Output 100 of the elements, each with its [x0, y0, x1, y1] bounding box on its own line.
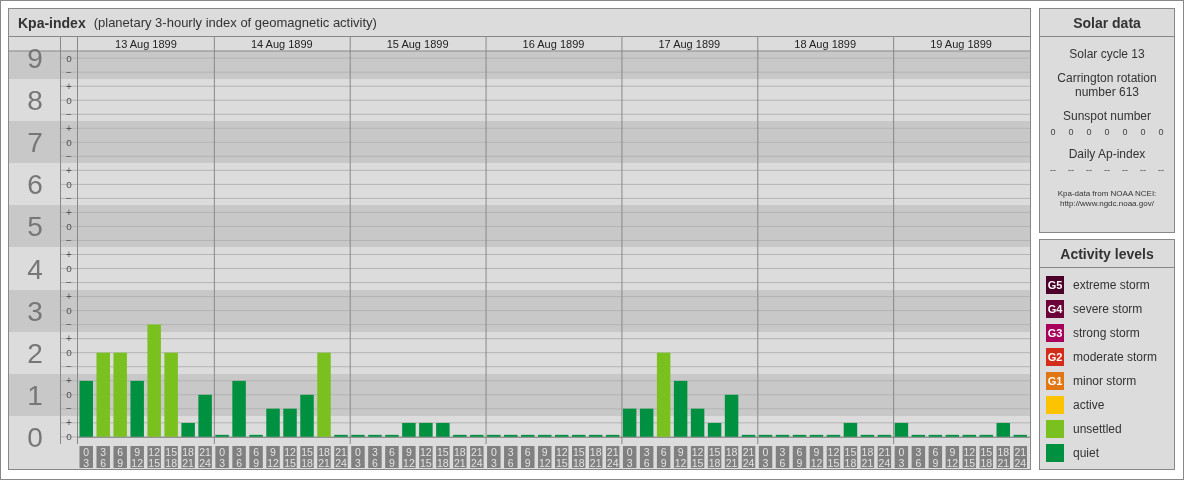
- level-label: severe storm: [1073, 302, 1143, 316]
- kp-scale-label: 0: [27, 421, 43, 453]
- hour-range-label: 21 24: [741, 446, 756, 469]
- hour-range-label: 3 6: [232, 446, 246, 469]
- kp-scale-label: 9: [27, 43, 43, 75]
- kp-tick-label: o: [66, 389, 72, 401]
- hour-range-label: 9 12: [402, 446, 416, 469]
- level-label: extreme storm: [1073, 278, 1150, 292]
- kp-tick-label: o: [66, 178, 72, 190]
- level-label: active: [1073, 398, 1105, 412]
- date-label: 14 Aug 1899: [250, 38, 313, 50]
- hour-range-label: 0 3: [351, 446, 365, 469]
- hour-range-label: 6 9: [385, 446, 399, 469]
- hour-range-label: 18 21: [317, 446, 331, 469]
- panel-subtitle: (planetary 3-hourly index of geomagnetic activity): [93, 15, 377, 30]
- date-label: 13 Aug 1899: [115, 38, 177, 50]
- sunspot-value: 0: [1086, 127, 1092, 137]
- ap-index-value: --: [1158, 165, 1164, 175]
- kp-scale-label: 8: [27, 85, 43, 117]
- hour-range-label: 15 18: [572, 446, 586, 469]
- hour-range-label: 18 21: [588, 446, 603, 469]
- x-tick-label: 0 3: [762, 446, 769, 469]
- hour-range-label: 0 3: [215, 446, 229, 469]
- x-tick-label: 6 9: [253, 446, 260, 469]
- source-text: Kpa-data from NOAA NCEI:: [1056, 189, 1158, 199]
- sunspot-value: 0: [1050, 127, 1056, 137]
- hour-range-label: 6 9: [656, 446, 671, 469]
- date-label: 18 Aug 1899: [794, 38, 857, 50]
- hour-range-label: 3 6: [504, 446, 518, 469]
- level-swatch: G2: [1046, 348, 1064, 366]
- level-swatch: G5: [1046, 276, 1064, 294]
- hour-range-label: 6 9: [928, 446, 943, 469]
- hour-range-label: 0 3: [487, 446, 501, 469]
- level-label: moderate storm: [1073, 350, 1158, 364]
- level-swatch: G1: [1046, 372, 1064, 390]
- kp-scale-label: 2: [27, 337, 43, 369]
- carrington-rotation-text: Carrington rotation number 613: [1056, 71, 1158, 99]
- hour-range-label: 12 15: [690, 446, 705, 469]
- date-label: 15 Aug 1899: [386, 38, 449, 50]
- hour-range-label: 6 9: [521, 446, 535, 469]
- sunspot-value: 0: [1068, 127, 1074, 137]
- x-tick-label: 3 6: [779, 446, 786, 469]
- level-label: strong storm: [1073, 326, 1140, 340]
- hour-range-label: 15 18: [164, 446, 178, 469]
- kp-tick-label: −: [66, 192, 72, 204]
- kp-scale-label: 1: [27, 379, 43, 411]
- x-tick-label: 0 3: [355, 446, 362, 469]
- kp-tick-label: o: [66, 94, 72, 106]
- kp-tick-label: o: [66, 52, 72, 64]
- x-tick-label: 3 6: [915, 446, 922, 469]
- hour-range-label: 15 18: [979, 446, 994, 469]
- hour-range-label: 6 9: [249, 446, 263, 469]
- hour-range-label: 6 9: [792, 446, 807, 469]
- kp-scale-label: 7: [27, 127, 43, 159]
- kp-tick-label: +: [66, 164, 72, 176]
- date-label: 16 Aug 1899: [522, 38, 585, 50]
- level-label: minor storm: [1073, 374, 1137, 388]
- hour-range-label: 18 21: [996, 446, 1010, 469]
- solar-cycle-text: Solar cycle 13: [1068, 47, 1146, 61]
- panel-title: Kpa-index: [18, 14, 86, 31]
- ap-index-value: --: [1068, 165, 1074, 175]
- level-swatch: G3: [1046, 324, 1064, 342]
- hour-range-label: 9 12: [809, 446, 824, 469]
- hour-range-label: 18 21: [724, 446, 739, 469]
- kp-scale-label: 5: [27, 211, 43, 243]
- hour-range-label: 3 6: [639, 446, 654, 469]
- kp-tick-label: +: [66, 122, 72, 134]
- hour-range-label: 3 6: [775, 446, 790, 469]
- kp-tick-label: +: [66, 333, 72, 345]
- kp-tick-label: +: [66, 417, 72, 429]
- x-tick-label: 3 6: [643, 446, 650, 469]
- kp-tick-label: +: [66, 249, 72, 260]
- kp-tick-label: o: [66, 431, 72, 443]
- kp-tick-label: −: [66, 108, 72, 120]
- sunspot-value: 0: [1140, 127, 1146, 137]
- x-tick-label: 0 3: [626, 446, 633, 469]
- hour-range-label: 18 21: [453, 446, 467, 469]
- hour-range-label: 18 21: [181, 446, 195, 469]
- hour-range-label: 15 18: [707, 446, 722, 469]
- x-tick-label: 3 6: [372, 446, 379, 469]
- hour-range-label: 12 15: [555, 446, 569, 469]
- sunspot-label: Sunspot number: [1061, 109, 1153, 123]
- ap-index-value: --: [1122, 165, 1128, 175]
- ap-index-value: --: [1050, 165, 1056, 175]
- hour-range-label: 9 12: [945, 446, 960, 469]
- kp-tick-label: o: [66, 263, 72, 275]
- x-tick-label: 3 6: [100, 446, 107, 469]
- level-swatch: G4: [1046, 300, 1064, 318]
- kp-tick-label: −: [66, 150, 72, 162]
- source-url: http://www.ngdc.noaa.gov/: [1059, 199, 1155, 209]
- kp-scale-label: 3: [27, 295, 43, 327]
- x-tick-label: 3 6: [236, 446, 243, 469]
- hour-range-label: 0 3: [79, 446, 93, 469]
- x-tick-label: 3 6: [507, 446, 514, 469]
- kp-tick-label: −: [66, 66, 72, 78]
- kp-tick-label: o: [66, 136, 72, 148]
- x-tick-label: 0 3: [219, 446, 226, 469]
- kp-tick-label: o: [66, 305, 72, 317]
- hour-range-label: 21 24: [877, 446, 892, 469]
- kp-tick-label: −: [66, 403, 72, 415]
